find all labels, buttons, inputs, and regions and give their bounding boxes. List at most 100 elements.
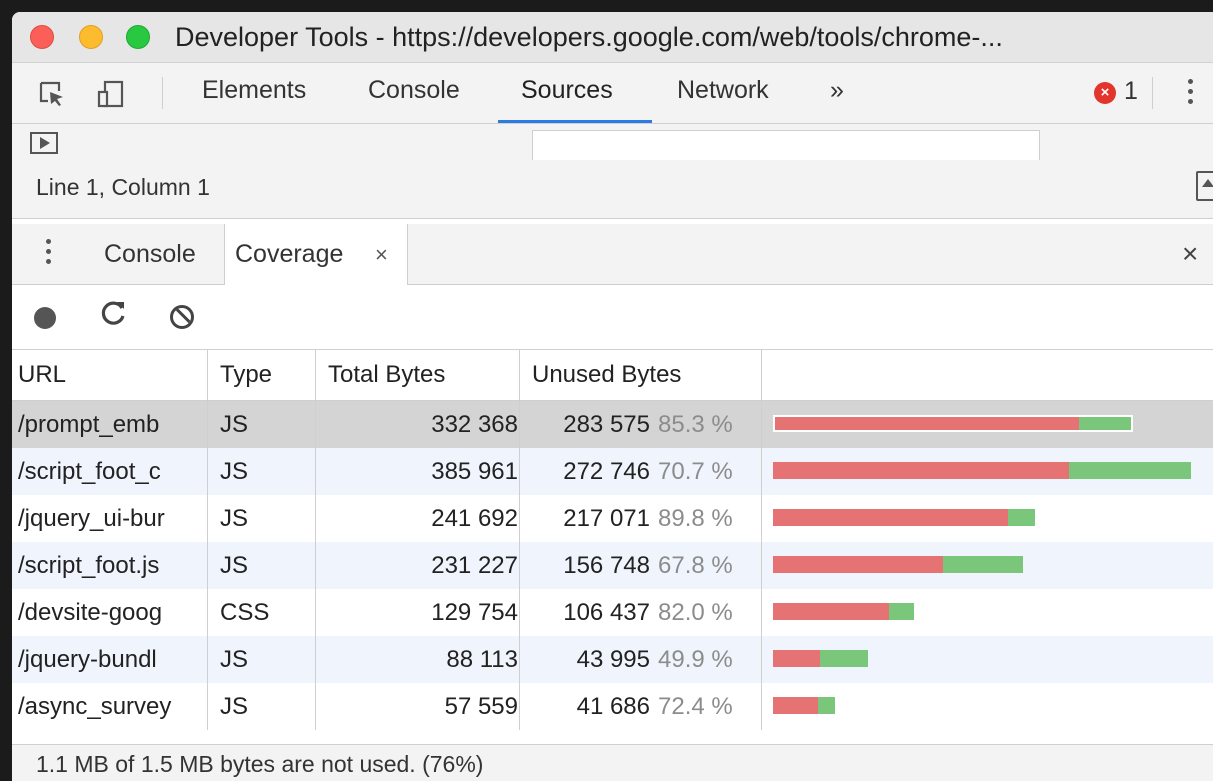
column-header-total-bytes[interactable]: Total Bytes [328,350,518,400]
active-tab-indicator [498,120,652,123]
unused-bytes-value: 156 748 [563,552,650,579]
reload-icon[interactable] [100,299,128,334]
table-row[interactable]: /script_foot.js JS 231 227 156 748 67.8 % [12,542,1213,589]
total-bytes-cell: 385 961 [431,458,518,485]
unused-bytes-bar [773,462,1069,479]
table-row[interactable]: /script_foot_c JS 385 961 272 746 70.7 % [12,448,1213,495]
coverage-summary-bar: 1.1 MB of 1.5 MB bytes are not used. (76… [12,744,1213,781]
navigator-toggle-icon[interactable] [30,132,58,154]
total-bytes-cell: 57 559 [444,693,518,720]
unused-percent: 67.8 % [658,552,733,579]
table-row[interactable]: /prompt_emb JS 332 368 283 575 85.3 % [12,401,1213,448]
url-cell: /async_survey [18,693,172,720]
used-bytes-bar [942,556,1023,573]
cursor-position: Line 1, Column 1 [36,174,210,200]
table-row[interactable]: /async_survey JS 57 559 41 686 72.4 % [12,683,1213,730]
url-cell: /jquery-bundl [18,646,157,673]
unused-bytes-bar [773,697,818,714]
used-bytes-bar [820,650,868,667]
unused-bytes-bar [773,509,1009,526]
column-header-unused-bytes[interactable]: Unused Bytes [532,350,772,400]
drawer-tab-bar: Console Coverage × × [12,224,1213,285]
type-cell: JS [220,411,249,438]
minimize-window-button[interactable] [79,25,103,49]
tab-elements[interactable]: Elements [202,76,306,105]
unused-bytes-cell: 41 686 72.4 % [532,683,772,730]
tab-sources[interactable]: Sources [521,76,613,105]
drawer-tab-coverage[interactable]: Coverage [235,240,343,269]
unused-bytes-cell: 156 748 67.8 % [532,542,772,589]
unused-percent: 89.8 % [658,505,733,532]
close-coverage-tab-icon[interactable]: × [375,242,388,268]
url-cell: /script_foot_c [18,458,161,485]
more-tabs-button[interactable]: » [830,76,844,105]
type-cell: JS [220,458,249,485]
unused-bytes-cell: 283 575 85.3 % [532,401,772,448]
coverage-summary: 1.1 MB of 1.5 MB bytes are not used. (76… [36,751,484,777]
main-toolbar: Elements Console Sources Network » × 1 [12,63,1213,124]
unused-bytes-cell: 43 995 49.9 % [532,636,772,683]
usage-bar [773,697,835,714]
usage-bar [773,462,1191,479]
tab-console[interactable]: Console [368,76,460,105]
total-bytes-cell: 332 368 [431,411,518,438]
usage-bar [773,509,1035,526]
close-drawer-icon[interactable]: × [1182,238,1198,270]
usage-bar [773,556,1023,573]
unused-bytes-bar [773,556,943,573]
window-title: Developer Tools - https://developers.goo… [175,22,1003,52]
total-bytes-cell: 241 692 [431,505,518,532]
url-cell: /script_foot.js [18,552,160,579]
file-tab[interactable] [532,130,1040,160]
error-count[interactable]: 1 [1124,77,1138,106]
device-toolbar-icon[interactable] [96,80,126,113]
customize-menu-icon[interactable] [1188,79,1194,109]
url-cell: /devsite-goog [18,599,163,626]
clear-icon[interactable] [170,305,194,329]
used-bytes-bar [817,697,835,714]
total-bytes-cell: 231 227 [431,552,518,579]
table-header: URL Type Total Bytes Unused Bytes [12,350,1213,401]
drawer-tab-coverage-container[interactable]: Coverage × [224,224,408,285]
column-header-url[interactable]: URL [18,350,208,400]
table-row[interactable]: /jquery-bundl JS 88 113 43 995 49.9 % [12,636,1213,683]
zoom-window-button[interactable] [126,25,150,49]
title-bar: Developer Tools - https://developers.goo… [12,12,1213,63]
devtools-window: Developer Tools - https://developers.goo… [12,12,1213,781]
unused-bytes-value: 41 686 [576,693,650,720]
total-bytes-cell: 88 113 [446,646,518,673]
close-window-button[interactable] [30,25,54,49]
total-bytes-cell: 129 754 [431,599,518,626]
type-cell: JS [220,552,249,579]
column-header-type[interactable]: Type [220,350,314,400]
editor-status-bar: Line 1, Column 1 [12,160,1213,219]
unused-bytes-cell: 106 437 82.0 % [532,589,772,636]
unused-bytes-value: 283 575 [563,411,650,438]
inspect-element-icon[interactable] [38,80,66,113]
table-row[interactable]: /jquery_ui-bur JS 241 692 217 071 89.8 % [12,495,1213,542]
usage-bar [773,650,868,667]
coverage-toolbar [12,285,1213,350]
tab-network[interactable]: Network [677,76,769,105]
unused-bytes-bar [773,603,889,620]
url-cell: /jquery_ui-bur [18,505,165,532]
unused-percent: 70.7 % [658,458,733,485]
type-cell: CSS [220,599,270,626]
type-cell: JS [220,646,249,673]
drawer-tab-console[interactable]: Console [104,240,196,269]
unused-bytes-cell: 272 746 70.7 % [532,448,772,495]
unused-percent: 49.9 % [658,646,733,673]
toolbar-separator [162,77,163,109]
drawer-menu-icon[interactable] [46,239,51,269]
sources-file-tabs [12,124,1213,161]
record-icon[interactable] [34,307,56,329]
used-bytes-bar [1078,417,1131,430]
table-row[interactable]: /devsite-goog CSS 129 754 106 437 82.0 % [12,589,1213,636]
unused-bytes-value: 106 437 [563,599,650,626]
toggle-drawer-icon[interactable] [1196,171,1213,201]
used-bytes-bar [1068,462,1191,479]
unused-bytes-value: 272 746 [563,458,650,485]
unused-bytes-bar [773,650,821,667]
error-icon[interactable]: × [1094,82,1116,104]
coverage-table: URL Type Total Bytes Unused Bytes /promp… [12,350,1213,730]
